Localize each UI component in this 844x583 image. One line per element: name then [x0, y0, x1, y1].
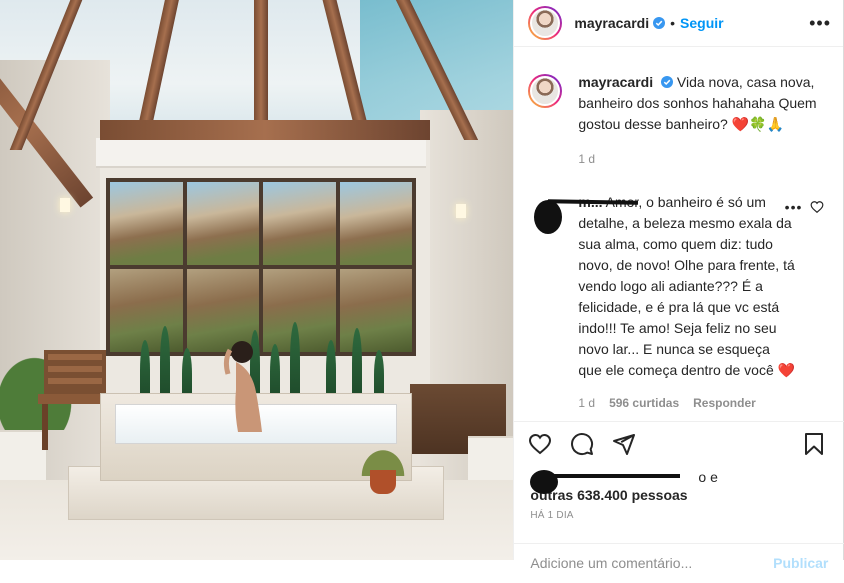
action-bar [514, 421, 844, 469]
more-options-icon[interactable]: ••• [809, 14, 831, 32]
caption: mayracardi Vida nova, casa nova, banheir… [514, 72, 844, 170]
likes-summary[interactable]: o e outras 638.400 pessoas [530, 468, 830, 504]
verified-badge-icon [661, 76, 673, 88]
wall-lamp [60, 198, 70, 212]
comment-emoji: ❤️ [777, 362, 796, 378]
avatar[interactable] [528, 6, 563, 40]
avatar[interactable] [528, 74, 563, 108]
comment-more-icon[interactable]: ••• [785, 200, 803, 214]
comment-likes[interactable]: 596 curtidas [609, 393, 679, 414]
heart-icon [529, 433, 552, 455]
comment-meta: 1 d 596 curtidas Responder [578, 393, 796, 414]
liked-by: o e [530, 468, 830, 494]
liked-by-suffix: o e [698, 469, 718, 485]
post-header: mayracardi • Seguir ••• [514, 0, 843, 47]
caption-username[interactable]: mayracardi [578, 74, 653, 90]
post-photo[interactable] [0, 0, 514, 560]
comment-text: Amor, o banheiro é só um detalhe, a bele… [578, 194, 795, 378]
comment-icon [571, 433, 594, 456]
like-button[interactable] [528, 432, 556, 460]
bookmark-icon [805, 433, 824, 455]
roof-beam [100, 120, 430, 140]
comment-input[interactable]: Adicione um comentário... [530, 555, 692, 571]
redaction-line [548, 199, 639, 205]
share-button[interactable] [612, 432, 640, 460]
verified-badge-icon [653, 17, 666, 29]
comment-button[interactable] [570, 432, 598, 460]
ceiling-band [96, 138, 426, 168]
redaction-line [544, 474, 681, 478]
caption-time[interactable]: 1 d [578, 149, 828, 170]
comments-area: mayracardi Vida nova, casa nova, banheir… [514, 72, 844, 414]
post-timestamp[interactable]: HÁ 1 DIA [530, 510, 573, 521]
add-comment-bar: Adicione um comentário... Publicar [514, 543, 844, 583]
wall-lamp [456, 204, 466, 218]
comment: m... Amor, o banheiro é só um detalhe, a… [514, 192, 844, 414]
caption-emoji: ❤️🍀🙏 [731, 116, 785, 132]
save-button[interactable] [802, 432, 830, 460]
share-icon [613, 434, 636, 455]
post-sidebar: mayracardi • Seguir ••• mayracardi Vida … [513, 0, 844, 571]
separator: • [670, 15, 676, 31]
instagram-post: mayracardi • Seguir ••• mayracardi Vida … [0, 0, 844, 571]
person-in-tub [223, 341, 262, 432]
reply-button[interactable]: Responder [693, 393, 756, 414]
redaction-blob [534, 200, 563, 234]
likes-count[interactable]: outras 638.400 pessoas [530, 486, 830, 504]
header-username[interactable]: mayracardi [574, 15, 649, 31]
plant-pot [370, 470, 396, 494]
follow-button[interactable]: Seguir [680, 15, 724, 31]
publish-button[interactable]: Publicar [773, 555, 828, 571]
comment-time[interactable]: 1 d [578, 393, 595, 414]
comment-heart-icon[interactable] [810, 200, 824, 214]
roof-beam [254, 0, 268, 140]
